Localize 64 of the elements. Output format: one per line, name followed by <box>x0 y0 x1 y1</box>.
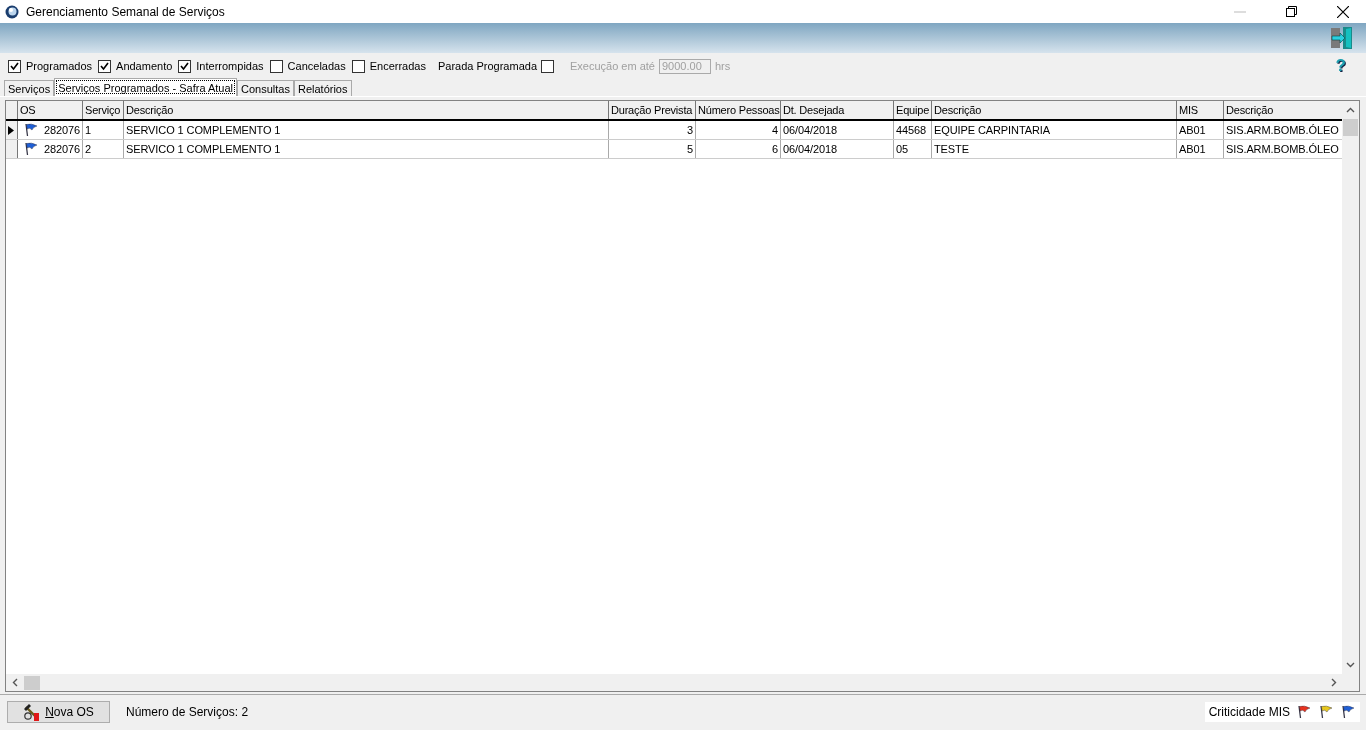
restore-icon[interactable] <box>1286 6 1297 17</box>
table-cell: 2 <box>85 143 92 155</box>
column-header[interactable]: Descrição <box>124 101 609 119</box>
scroll-down-icon[interactable] <box>1346 662 1355 668</box>
legend-label: Criticidade MIS <box>1208 705 1290 719</box>
table-cell: AB01 <box>1179 124 1206 136</box>
tab[interactable]: Consultas <box>237 80 294 96</box>
checkbox-label: Programados <box>26 60 93 72</box>
scroll-right-icon[interactable] <box>1331 678 1337 687</box>
table-cell: 06/04/2018 <box>783 143 838 155</box>
table-cell: 44568 <box>896 124 927 136</box>
new-order-button[interactable]: Nova OS <box>7 701 110 723</box>
checkbox[interactable] <box>98 59 112 73</box>
scroll-left-icon[interactable] <box>12 678 18 687</box>
table-cell: 5 <box>686 143 693 155</box>
service-count: Número de Serviços: 2 <box>126 705 249 719</box>
table-cell: SERVICO 1 COMPLEMENTO 1 <box>126 124 281 136</box>
scrollbar-thumb[interactable] <box>1343 119 1358 136</box>
tools-icon <box>23 703 42 721</box>
checkbox[interactable] <box>541 59 554 73</box>
table-cell: SIS.ARM.BOMB.ÓLEO <box>1226 124 1339 136</box>
table-cell: 4 <box>771 124 778 136</box>
scroll-up-icon[interactable] <box>1346 107 1355 113</box>
close-icon[interactable] <box>1337 5 1349 18</box>
column-header[interactable]: OS <box>18 101 83 119</box>
checkbox-label: Encerradas <box>369 60 426 72</box>
checkbox[interactable] <box>8 59 21 73</box>
tab[interactable]: Serviços Programados - Safra Atual <box>54 78 238 96</box>
tab[interactable]: Serviços <box>4 80 55 96</box>
table-cell: 3 <box>686 124 693 136</box>
checkbox-label: Interrompidas <box>196 60 264 72</box>
table-cell: 282076 <box>43 143 80 155</box>
column-header[interactable]: MIS <box>1177 101 1224 119</box>
checkbox-label: Andamento <box>116 60 173 72</box>
column-header[interactable]: Serviço <box>83 101 124 119</box>
table-cell: 282076 <box>43 124 80 136</box>
scrollbar-thumb[interactable] <box>24 675 40 690</box>
checkbox-label: Parada Programada <box>437 60 537 72</box>
exit-door-icon[interactable] <box>1330 26 1354 50</box>
table-cell: 05 <box>896 143 909 155</box>
table-cell: 6 <box>771 143 778 155</box>
column-header[interactable]: Duração Prevista <box>609 101 696 119</box>
checkbox-label: Canceladas <box>287 60 346 72</box>
column-header[interactable]: Equipe <box>894 101 932 119</box>
table-cell: 1 <box>85 124 92 136</box>
app-icon <box>5 4 19 19</box>
table-cell: TESTE <box>934 143 969 155</box>
table-cell: AB01 <box>1179 143 1206 155</box>
column-header[interactable]: Descrição <box>932 101 1177 119</box>
field-label: Execução em até <box>570 60 655 72</box>
checkbox[interactable] <box>351 59 365 73</box>
table-cell: SERVICO 1 COMPLEMENTO 1 <box>126 143 281 155</box>
column-header[interactable]: Dt. Desejada <box>781 101 894 119</box>
checkbox[interactable] <box>269 59 283 73</box>
row-indicator[interactable] <box>6 121 18 139</box>
table-cell: EQUIPE CARPINTARIA <box>934 124 1050 136</box>
checkbox[interactable] <box>178 59 192 73</box>
unit-label: hrs <box>715 60 731 72</box>
column-header[interactable]: Número Pessoas <box>696 101 781 119</box>
tab[interactable]: Relatórios <box>293 80 352 96</box>
column-header[interactable]: Descrição <box>1224 101 1342 119</box>
table-cell: SIS.ARM.BOMB.ÓLEO <box>1226 143 1339 155</box>
window-title: Gerenciamento Semanal de Serviços <box>26 4 225 19</box>
table-cell: 06/04/2018 <box>783 124 838 136</box>
